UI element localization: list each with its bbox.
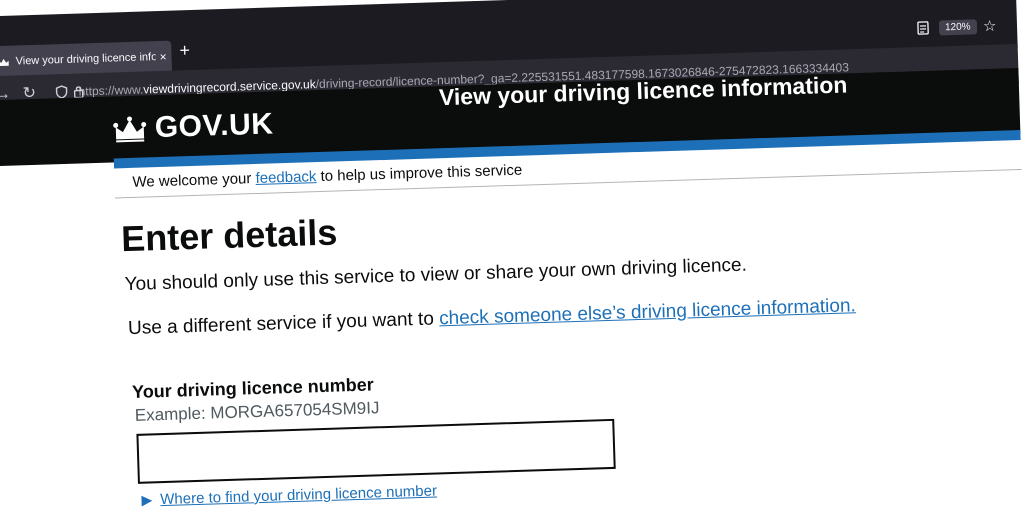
licence-number-input[interactable]	[136, 418, 616, 484]
alternative-service-paragraph: Use a different service if you want to c…	[127, 295, 857, 340]
triangle-right-icon: ▶	[141, 491, 153, 508]
page: View your driving licence inform × + → ↻…	[0, 0, 1024, 512]
feedback-link[interactable]: feedback	[255, 168, 316, 187]
crown-icon	[113, 116, 147, 143]
govuk-logo-text: GOV.UK	[154, 107, 274, 145]
crown-icon	[0, 58, 9, 67]
govuk-logo-link[interactable]: GOV.UK	[112, 107, 274, 146]
check-someone-else-link[interactable]: check someone else’s driving licence inf…	[439, 295, 856, 329]
intro-paragraph: You should only use this service to view…	[124, 254, 748, 296]
page-title: Enter details	[120, 211, 338, 260]
where-to-find-details[interactable]: ▶ Where to find your driving licence num…	[141, 482, 437, 508]
close-icon[interactable]: ×	[159, 50, 166, 64]
new-tab-button[interactable]: +	[179, 40, 190, 60]
details-summary-text: Where to find your driving licence numbe…	[159, 482, 438, 509]
tab-title: View your driving licence inform	[15, 51, 156, 68]
reader-view-icon[interactable]	[917, 21, 929, 35]
bookmark-star-icon[interactable]: ☆	[983, 17, 997, 35]
zoom-level-button[interactable]: 120%	[938, 19, 977, 36]
banner-text: We welcome your feedback to help us impr…	[132, 161, 523, 191]
licence-number-hint: Example: MORGA657054SM9IJ	[134, 398, 380, 425]
